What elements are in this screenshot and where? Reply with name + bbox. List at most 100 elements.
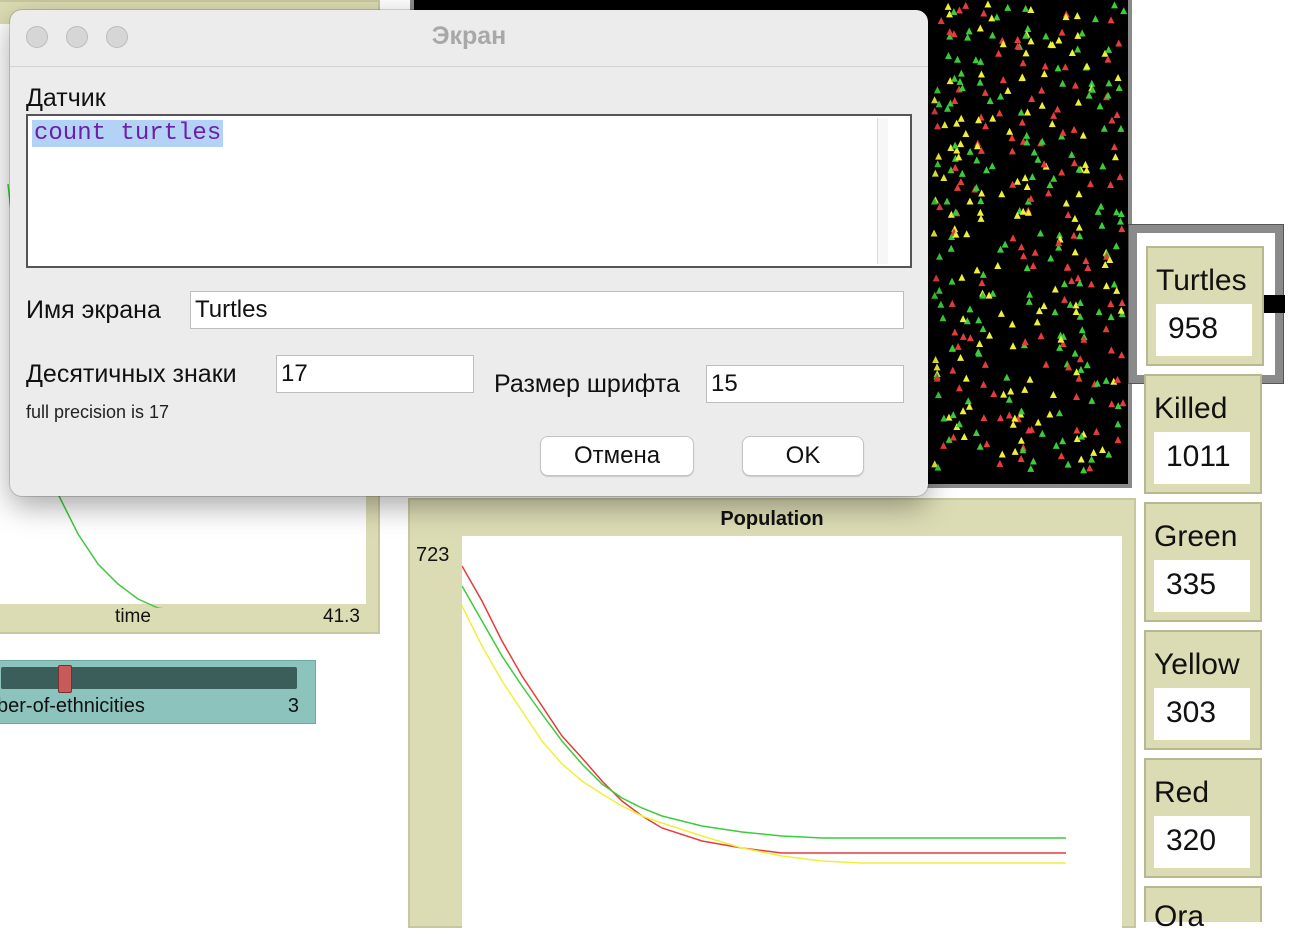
turtle-agent — [999, 76, 1007, 84]
reporter-code-editor[interactable]: count turtles — [26, 114, 912, 268]
turtle-agent — [1022, 49, 1030, 57]
turtle-agent — [951, 97, 959, 105]
turtle-agent — [976, 442, 984, 450]
turtle-agent — [959, 407, 967, 415]
turtle-agent — [1073, 426, 1081, 434]
ok-button[interactable]: OK — [742, 436, 864, 476]
monitor-killed[interactable]: Killed 1011 — [1144, 374, 1262, 494]
turtle-agent — [1087, 280, 1095, 288]
turtle-agent — [1030, 148, 1038, 156]
turtle-agent — [1110, 280, 1118, 288]
turtle-agent — [1074, 45, 1082, 53]
population-green-line — [461, 585, 1066, 839]
turtle-agent — [1119, 399, 1127, 407]
turtle-agent — [959, 315, 967, 323]
turtle-agent — [1055, 36, 1063, 44]
turtle-agent — [1059, 79, 1067, 87]
monitor-red-label: Red — [1154, 776, 1210, 809]
turtle-agent — [1028, 172, 1036, 180]
monitor-turtles[interactable]: Turtles 958 — [1146, 246, 1264, 366]
population-plot: Population 723 — [408, 498, 1136, 936]
turtle-agent — [1042, 360, 1050, 368]
turtle-agent — [998, 450, 1006, 458]
turtle-agent — [1077, 365, 1085, 373]
turtle-agent — [1075, 374, 1083, 382]
slider-knob[interactable] — [57, 665, 72, 693]
slider-track[interactable] — [1, 667, 297, 689]
turtle-agent — [1027, 5, 1035, 13]
turtle-agent — [1026, 375, 1034, 383]
turtle-agent — [958, 273, 966, 281]
turtle-agent — [989, 114, 997, 122]
ethnicities-slider[interactable]: ber-of-ethnicities 3 — [0, 660, 316, 724]
turtle-agent — [1001, 240, 1009, 248]
turtle-agent — [1107, 299, 1115, 307]
turtle-agent — [957, 353, 965, 361]
turtle-agent — [955, 384, 963, 392]
turtle-agent — [1017, 455, 1025, 463]
reporter-scrollbar[interactable] — [877, 118, 888, 264]
turtle-agent — [940, 441, 948, 449]
turtle-agent — [1083, 361, 1091, 369]
turtle-agent — [1017, 436, 1025, 444]
monitor-green-label: Green — [1154, 520, 1238, 553]
turtle-agent — [1071, 248, 1079, 256]
turtle-agent — [1020, 252, 1028, 260]
turtle-agent — [1058, 28, 1066, 36]
monitor-yellow-label: Yellow — [1154, 648, 1240, 681]
font-size-label: Размер шрифта — [494, 370, 680, 398]
turtle-agent — [1083, 62, 1091, 70]
monitor-green[interactable]: Green 335 — [1144, 502, 1262, 622]
dialog-titlebar[interactable]: Экран — [10, 10, 928, 67]
monitor-red[interactable]: Red 320 — [1144, 758, 1262, 878]
turtle-agent — [1074, 274, 1082, 282]
turtle-agent — [1018, 118, 1026, 126]
turtle-agent — [949, 433, 957, 441]
turtle-agent — [1051, 308, 1059, 316]
display-name-input[interactable] — [190, 291, 904, 329]
precision-note: full precision is 17 — [26, 402, 170, 422]
turtle-agent — [950, 7, 958, 15]
turtle-agent — [1026, 290, 1034, 298]
font-size-input[interactable] — [706, 365, 904, 403]
turtle-agent — [1004, 86, 1012, 94]
turtle-agent — [957, 114, 965, 122]
turtle-agent — [1053, 105, 1061, 113]
decimal-places-input[interactable] — [276, 355, 474, 393]
turtle-agent — [996, 459, 1004, 467]
turtle-agent — [982, 122, 990, 130]
turtle-agent — [1117, 306, 1125, 314]
turtle-agent — [1071, 81, 1079, 89]
turtle-agent — [1080, 466, 1088, 474]
turtle-agent — [931, 107, 939, 115]
turtle-agent — [1114, 73, 1122, 81]
reporter-code[interactable]: count turtles — [32, 120, 224, 147]
turtle-agent — [951, 163, 959, 171]
turtle-agent — [972, 428, 980, 436]
turtle-agent — [962, 130, 970, 138]
turtle-agent — [1025, 297, 1033, 305]
turtle-agent — [1107, 180, 1115, 188]
turtle-agent — [1084, 263, 1092, 271]
turtle-agent — [939, 314, 947, 322]
turtle-agent — [1107, 346, 1115, 354]
turtle-agent — [944, 2, 952, 10]
turtle-agent — [960, 433, 968, 441]
turtle-agent — [1114, 375, 1122, 383]
cancel-button[interactable]: Отмена — [540, 436, 694, 476]
turtle-agent — [1058, 168, 1066, 176]
turtle-agent — [1092, 427, 1100, 435]
turtle-agent — [994, 262, 1002, 270]
turtle-agent — [949, 411, 957, 419]
turtle-agent — [997, 92, 1005, 100]
turtle-agent — [1061, 295, 1069, 303]
turtle-agent — [1051, 285, 1059, 293]
turtle-agent — [947, 244, 955, 252]
turtle-agent — [1073, 12, 1081, 20]
turtle-agent — [936, 252, 944, 260]
monitor-yellow[interactable]: Yellow 303 — [1144, 630, 1262, 750]
turtle-agent — [958, 169, 966, 177]
turtle-agent — [1086, 464, 1094, 472]
turtle-agent — [1078, 326, 1086, 334]
monitor-orange[interactable]: Ora — [1144, 886, 1262, 933]
